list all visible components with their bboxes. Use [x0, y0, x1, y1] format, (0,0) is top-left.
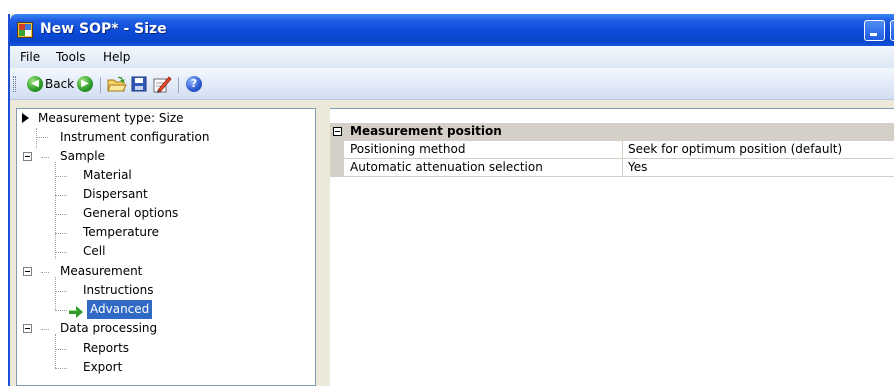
tree-item-dispersant[interactable]: Dispersant: [83, 185, 148, 204]
edit-icon[interactable]: [153, 75, 173, 96]
tree-connector: [55, 310, 67, 311]
tree-item-cell[interactable]: Cell: [83, 242, 105, 261]
collapse-icon[interactable]: [23, 324, 32, 333]
tree-connector: [55, 291, 67, 292]
tree-item-data-processing[interactable]: Data processing: [60, 319, 157, 338]
tree-connector: [55, 277, 56, 310]
tree-item-advanced[interactable]: Advanced: [87, 300, 153, 319]
tree-item-instructions[interactable]: Instructions: [83, 281, 153, 300]
collapse-icon[interactable]: [23, 152, 32, 161]
tree-connector: [55, 368, 67, 369]
property-category[interactable]: Measurement position: [330, 123, 894, 141]
window-title: New SOP* - Size: [40, 21, 167, 37]
property-row[interactable]: Automatic attenuation selection Yes: [330, 159, 894, 177]
tree-connector: [41, 272, 49, 273]
toolbar: ◀ Back ▶ ?: [10, 68, 894, 100]
back-icon[interactable]: ◀: [27, 76, 43, 92]
property-value[interactable]: Yes: [628, 160, 647, 174]
tree-connector: [36, 137, 48, 138]
tree-item-root[interactable]: Measurement type: Size: [38, 109, 184, 128]
tree-item-sample[interactable]: Sample: [60, 147, 105, 166]
tree-item-temperature[interactable]: Temperature: [83, 223, 159, 242]
minimize-button[interactable]: [864, 20, 885, 41]
menu-tools[interactable]: Tools: [56, 50, 86, 64]
back-button-label[interactable]: Back: [45, 77, 74, 91]
menu-help[interactable]: Help: [103, 50, 130, 64]
toolbar-grip[interactable]: [13, 76, 16, 92]
app-window: New SOP* - Size File Tools Help ◀ Back ▶: [8, 14, 894, 386]
category-label: Measurement position: [350, 124, 502, 138]
forward-icon[interactable]: ▶: [77, 76, 93, 92]
property-name: Automatic attenuation selection: [350, 160, 543, 174]
tree-item-material[interactable]: Material: [83, 166, 132, 185]
collapse-icon[interactable]: [23, 267, 32, 276]
menu-file[interactable]: File: [20, 50, 40, 64]
tree-item-instrument-configuration[interactable]: Instrument configuration: [60, 128, 209, 147]
toolbar-separator: [100, 77, 101, 93]
menu-bar: File Tools Help: [10, 46, 894, 68]
tree-connector: [55, 252, 67, 253]
app-icon: [17, 22, 33, 38]
toolbar-separator: [178, 77, 179, 93]
maximize-button[interactable]: [890, 20, 894, 41]
tree-item-measurement[interactable]: Measurement: [60, 262, 142, 281]
row-margin: [330, 159, 344, 177]
row-margin: [330, 141, 344, 159]
title-bar[interactable]: New SOP* - Size: [10, 14, 894, 46]
property-row[interactable]: Positioning method Seek for optimum posi…: [330, 141, 894, 159]
tree-connector: [55, 349, 67, 350]
open-folder-icon[interactable]: [107, 75, 127, 96]
save-icon[interactable]: [131, 76, 147, 95]
property-grid: Measurement position Positioning method …: [330, 108, 894, 386]
property-value[interactable]: Seek for optimum position (default): [628, 142, 842, 156]
sop-tree: Measurement type: Size Instrument config…: [16, 108, 316, 386]
tree-connector: [55, 214, 67, 215]
pane-splitter[interactable]: [316, 108, 330, 386]
tree-item-reports[interactable]: Reports: [83, 339, 129, 358]
collapse-icon[interactable]: [333, 127, 342, 136]
tree-item-general-options[interactable]: General options: [83, 204, 178, 223]
expand-arrow-icon[interactable]: [22, 113, 29, 123]
tree-connector: [55, 195, 67, 196]
tree-connector: [55, 233, 67, 234]
tree-connector: [36, 128, 37, 148]
column-divider[interactable]: [622, 141, 623, 159]
current-item-arrow-icon: [69, 306, 85, 318]
tree-connector: [41, 329, 49, 330]
help-icon[interactable]: ?: [186, 76, 202, 92]
tree-connector: [55, 334, 56, 368]
property-name: Positioning method: [350, 142, 466, 156]
tree-connector: [41, 157, 49, 158]
column-divider[interactable]: [622, 159, 623, 177]
tree-item-export[interactable]: Export: [83, 358, 122, 377]
tree-connector: [55, 176, 67, 177]
